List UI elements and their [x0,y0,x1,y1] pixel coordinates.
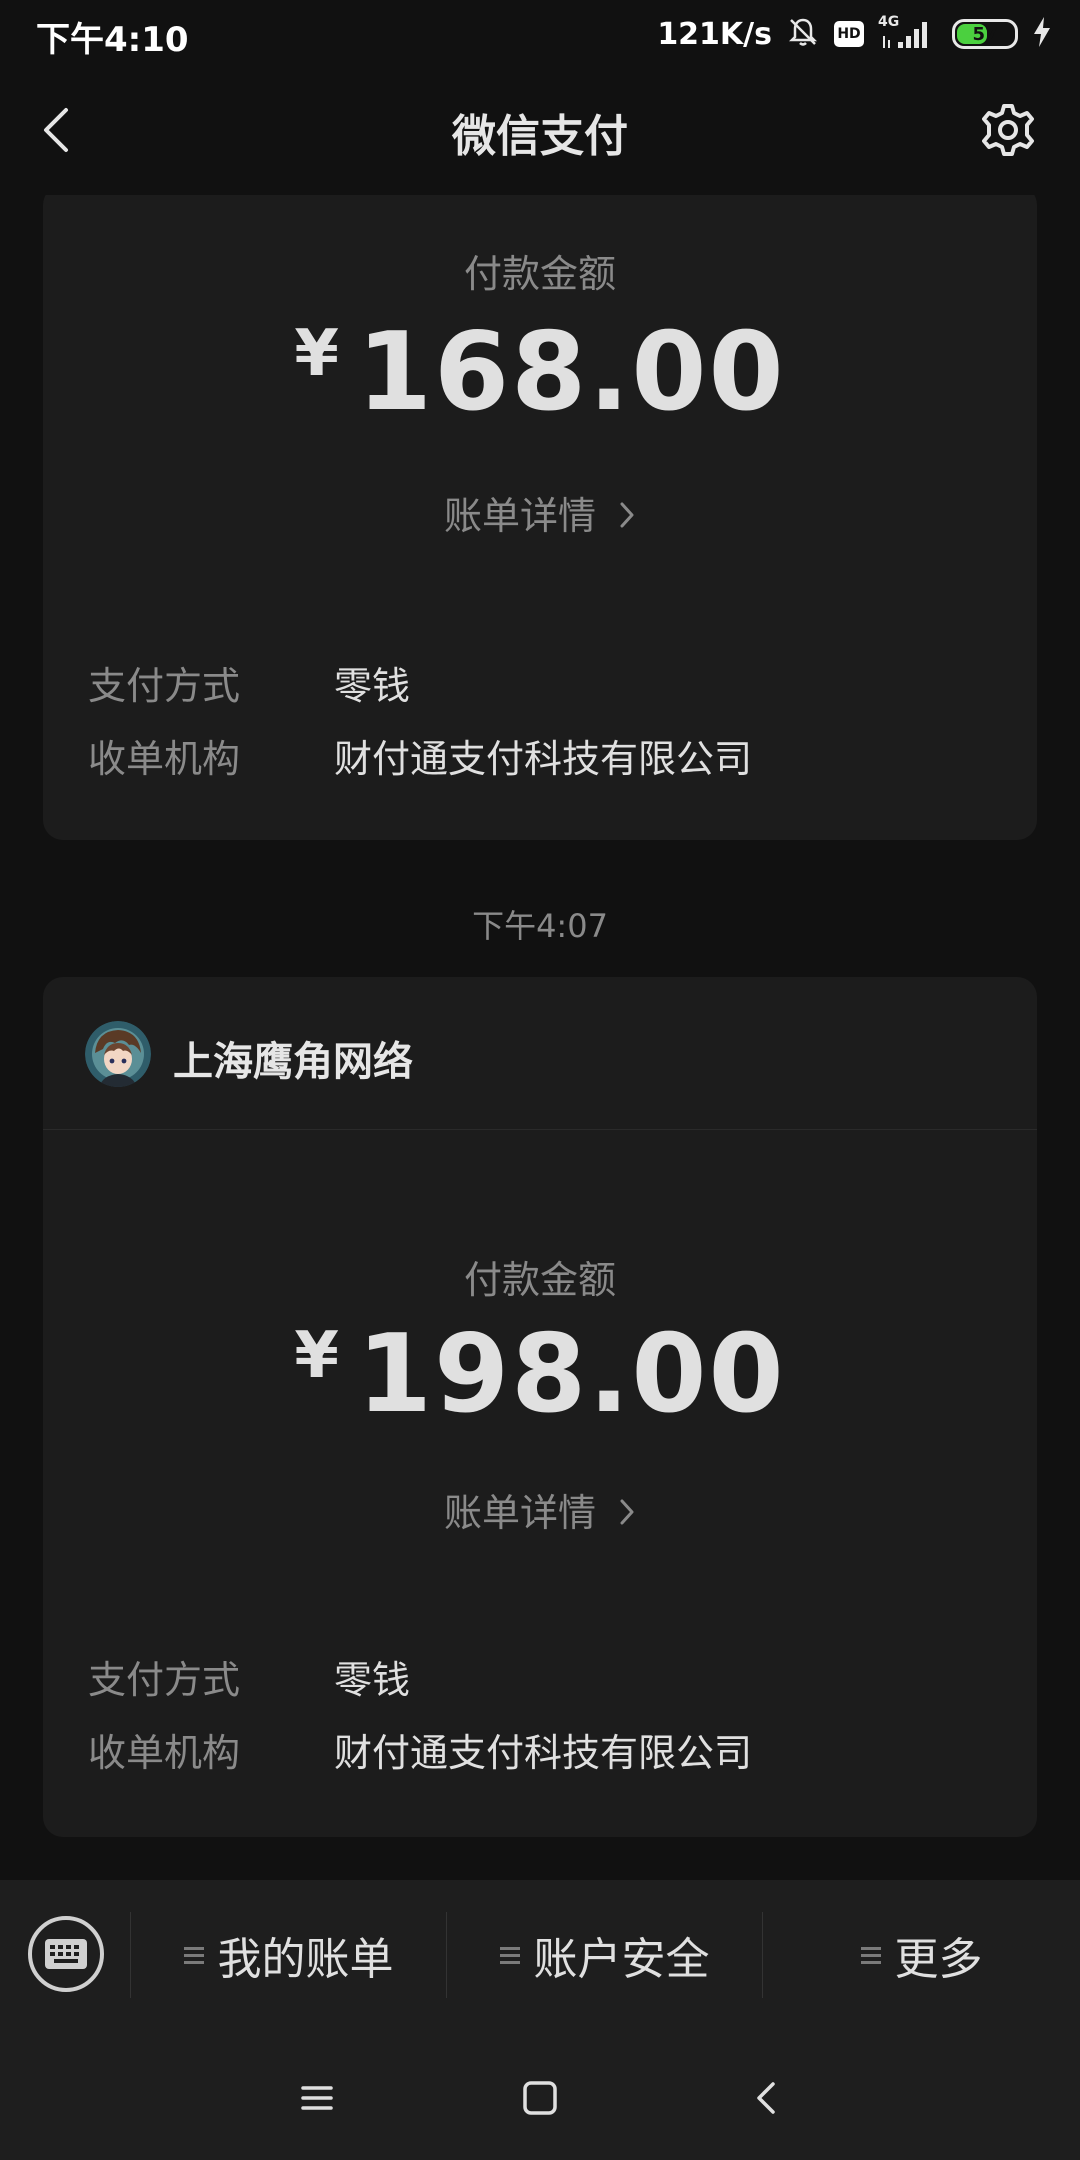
back-icon [757,2082,775,2114]
amount-label: 付款金额 [463,252,616,296]
currency-symbol: ¥ [294,1319,341,1393]
bill-details-link[interactable]: 账单详情 [43,485,1037,541]
home-icon [523,2081,557,2115]
page-title: 微信支付 [452,111,628,162]
status-time: 下午4:10 [36,20,189,60]
system-nav-bar [0,2030,1080,2160]
acquirer-key: 收单机构 [88,737,241,781]
payment-method-key: 支付方式 [88,664,241,708]
list-icon [183,1946,204,1964]
acquirer-value: 财付通支付科技有限公司 [334,737,753,781]
system-back-button[interactable] [737,2068,797,2128]
menu-item-label: 账户安全 [533,1934,710,1985]
signal-icon: 4G [878,14,938,54]
merchant-name: 上海鹰角网络 [173,1039,413,1085]
keyboard-icon [45,1939,87,1969]
gear-icon [982,104,1034,156]
transaction-card: 付款金额 ¥168.00 账单详情 支付方式 零钱 收单机构 财付通支付科技有限… [43,195,1037,840]
keyboard-toggle-button[interactable] [28,1916,104,1992]
bill-details-label: 账单详情 [443,1491,596,1535]
battery-icon: 57 [952,19,1018,49]
payment-method-value: 零钱 [334,664,411,708]
currency-symbol: ¥ [294,317,341,391]
list-icon [860,1946,881,1964]
bill-details-label: 账单详情 [443,494,596,538]
battery-level: 57 [972,23,998,45]
menu-icon [301,2086,333,2110]
bottom-menu: 我的账单 账户安全 更多 [0,1880,1080,2030]
payment-amount: ¥198.00 [43,1312,1037,1437]
recent-apps-button[interactable] [287,2068,347,2128]
bell-off-icon [786,15,820,53]
status-icons: 121K/s HD 4G 57 [657,10,1052,58]
avatar [85,1021,151,1087]
menu-my-bills[interactable]: 我的账单 [131,1880,446,2030]
message-list[interactable]: 付款金额 ¥168.00 账单详情 支付方式 零钱 收单机构 财付通支付科技有限… [0,195,1080,1880]
settings-button[interactable] [976,98,1040,162]
bill-details-link[interactable]: 账单详情 [43,1482,1037,1538]
menu-account-security[interactable]: 账户安全 [447,1880,762,2030]
chevron-right-icon [618,497,636,541]
home-button[interactable] [510,2068,570,2128]
chevron-right-icon [618,1494,636,1538]
payment-method-key: 支付方式 [88,1658,241,1702]
hd-icon: HD [834,21,864,47]
merchant-header: 上海鹰角网络 [43,977,1037,1130]
acquirer-value: 财付通支付科技有限公司 [334,1731,753,1775]
menu-more[interactable]: 更多 [763,1880,1080,2030]
payment-amount: ¥168.00 [43,310,1037,435]
amount-value: 198.00 [356,1312,786,1437]
message-timestamp: 下午4:07 [472,907,608,945]
network-speed: 121K/s [657,16,772,52]
list-icon [499,1946,520,1964]
amount-label: 付款金额 [463,1258,616,1302]
acquirer-key: 收单机构 [88,1731,241,1775]
payment-method-value: 零钱 [334,1658,411,1702]
transaction-card: 上海鹰角网络 付款金额 ¥198.00 账单详情 支付方式 零钱 收单机构 财付… [43,977,1037,1837]
status-bar: 下午4:10 121K/s HD 4G 57 [0,0,1080,70]
nav-bar: 微信支付 [0,70,1080,195]
amount-value: 168.00 [356,310,786,435]
charging-icon [1032,16,1052,52]
menu-item-label: 更多 [894,1934,983,1985]
menu-item-label: 我的账单 [217,1934,394,1985]
